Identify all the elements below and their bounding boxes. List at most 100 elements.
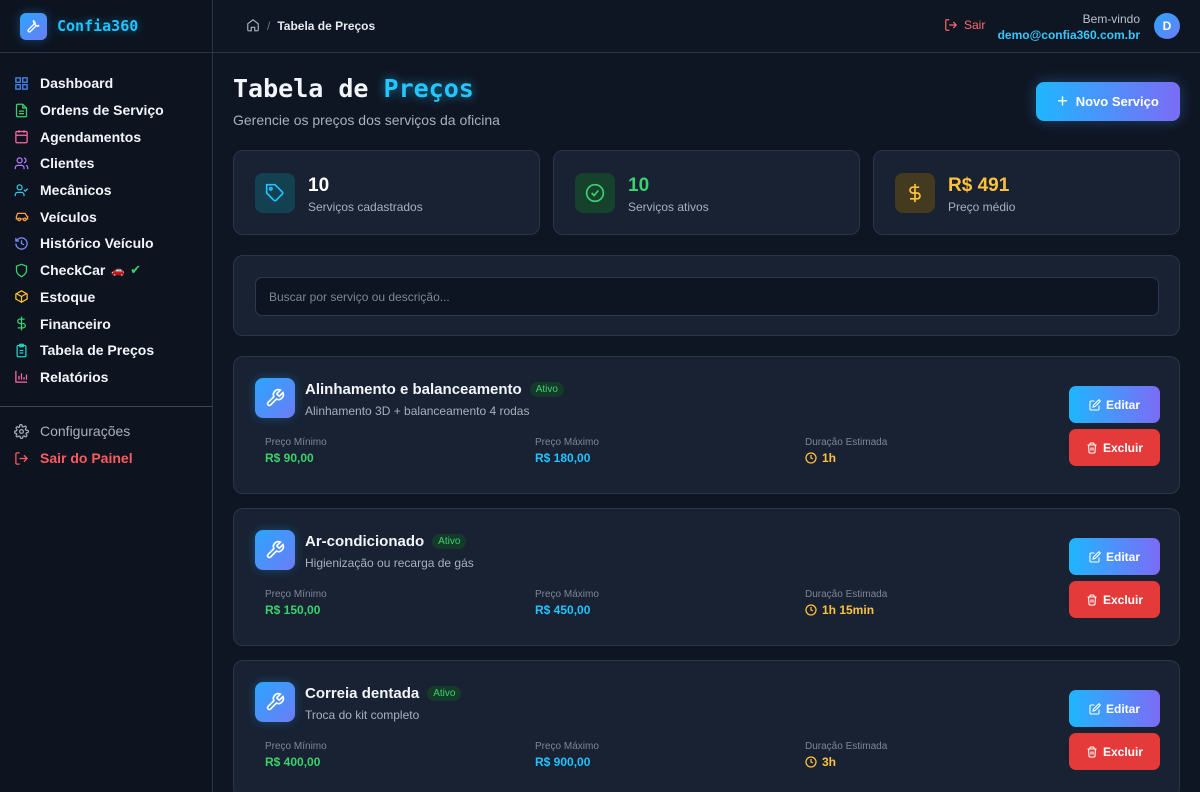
delete-button[interactable]: Excluir <box>1069 429 1160 466</box>
min-price-label: Preço Mínimo <box>265 741 327 752</box>
sidebar-divider <box>0 406 212 407</box>
new-service-button[interactable]: + Novo Serviço <box>1036 82 1180 121</box>
sidebar-item-clientes[interactable]: Clientes <box>0 150 212 177</box>
clipboard-icon <box>13 342 30 359</box>
green-check-icon: ✔ <box>130 262 141 278</box>
stat-label: Serviços ativos <box>628 200 709 214</box>
sidebar-item-ordens[interactable]: Ordens de Serviço <box>0 97 212 124</box>
min-price-value: R$ 90,00 <box>265 451 314 465</box>
user-email: demo@confia360.com.br <box>997 28 1140 42</box>
home-icon[interactable] <box>246 18 260 35</box>
wrench-icon <box>255 682 295 722</box>
sidebar-item-financeiro[interactable]: Financeiro <box>0 310 212 337</box>
breadcrumb-current: Tabela de Preços <box>277 19 376 33</box>
duration-value: 1h 15min <box>822 603 875 617</box>
edit-label: Editar <box>1105 701 1140 716</box>
max-price-label: Preço Máximo <box>535 589 599 600</box>
sidebar-item-checkcar[interactable]: CheckCar 🚗 ✔ <box>0 257 212 284</box>
sidebar-item-relatorios[interactable]: Relatórios <box>0 364 212 391</box>
sidebar-item-veiculos[interactable]: Veículos <box>0 203 212 230</box>
max-price-value: R$ 900,00 <box>535 755 591 769</box>
document-icon <box>13 102 30 119</box>
duration-value: 1h <box>822 451 837 465</box>
service-description: Higienização ou recarga de gás <box>305 556 474 570</box>
stat-label: Serviços cadastrados <box>308 200 423 214</box>
duration-value: 3h <box>822 755 837 769</box>
logout-icon <box>945 19 958 31</box>
duration-label: Duração Estimada <box>805 589 888 600</box>
delete-button[interactable]: Excluir <box>1069 733 1160 770</box>
sidebar-item-dashboard[interactable]: Dashboard <box>0 70 212 97</box>
page-subtitle: Gerencie os preços dos serviços da ofici… <box>233 112 500 128</box>
dollar-icon <box>895 173 935 213</box>
bar-chart-icon <box>13 368 30 385</box>
sidebar-item-label: Ordens de Serviço <box>40 102 164 119</box>
logout-button[interactable]: Sair <box>944 18 985 32</box>
welcome-text: Bem-vindo <box>1082 12 1140 26</box>
page-title-part1: Tabela de <box>233 74 369 103</box>
wrench-logo-icon <box>20 12 47 40</box>
duration-label: Duração Estimada <box>805 741 888 752</box>
calendar-icon <box>13 128 30 145</box>
delete-button[interactable]: Excluir <box>1069 581 1160 618</box>
max-price: Preço Máximo R$ 450,00 <box>535 589 599 617</box>
sidebar-item-label: Mecânicos <box>40 182 112 199</box>
min-price-value: R$ 400,00 <box>265 755 321 769</box>
duration: Duração Estimada 3h <box>805 741 887 769</box>
service-name: Alinhamento e balanceamento Ativo <box>305 381 564 398</box>
stat-value: 10 <box>308 175 330 196</box>
edit-button[interactable]: Editar <box>1069 690 1160 727</box>
sidebar-item-agendamentos[interactable]: Agendamentos <box>0 123 212 150</box>
car-icon <box>13 208 30 225</box>
sidebar-item-estoque[interactable]: Estoque <box>0 284 212 311</box>
sidebar: Confia360 Dashboard Ordens de Serviço Ag… <box>0 0 213 792</box>
trash-icon <box>1087 593 1097 606</box>
sidebar-item-sair-painel[interactable]: Sair do Painel <box>0 445 212 472</box>
service-description: Alinhamento 3D + balanceamento 4 rodas <box>305 404 530 418</box>
service-name-text: Ar-condicionado <box>305 533 425 550</box>
duration: Duração Estimada 1h 15min <box>805 589 887 617</box>
sidebar-item-mecanicos[interactable]: Mecânicos <box>0 177 212 204</box>
sidebar-item-label: Configurações <box>40 423 131 440</box>
stat-value: R$ 491 <box>948 175 1010 196</box>
box-icon <box>13 288 30 305</box>
status-badge: Ativo <box>427 686 462 701</box>
stat-card-preco-medio: R$ 491 Preço médio <box>873 150 1180 235</box>
avatar[interactable]: D <box>1154 13 1180 39</box>
breadcrumb-separator: / <box>267 19 271 33</box>
sidebar-item-label: Dashboard <box>40 75 114 92</box>
edit-icon <box>1089 702 1101 715</box>
sidebar-item-historico[interactable]: Histórico Veículo <box>0 230 212 257</box>
logout-label: Sair <box>964 18 986 32</box>
duration: Duração Estimada 1h <box>805 437 887 465</box>
brand-name: Confia360 <box>57 17 139 35</box>
clock-icon <box>805 452 817 464</box>
sidebar-item-label: Veículos <box>40 208 97 225</box>
service-name-text: Correia dentada <box>305 685 420 702</box>
brand[interactable]: Confia360 <box>0 0 212 53</box>
min-price: Preço Mínimo R$ 90,00 <box>265 437 327 465</box>
dollar-icon <box>13 315 30 332</box>
page-title-highlight: Preços <box>383 74 474 103</box>
new-service-label: Novo Serviço <box>1075 94 1159 109</box>
trash-icon <box>1087 745 1097 758</box>
edit-label: Editar <box>1105 549 1140 564</box>
search-input[interactable] <box>255 277 1159 316</box>
service-card: Alinhamento e balanceamento Ativo Alinham… <box>233 356 1180 494</box>
max-price-value: R$ 180,00 <box>535 451 591 465</box>
service-description: Troca do kit completo <box>305 708 420 722</box>
delete-label: Excluir <box>1102 592 1144 607</box>
duration-label: Duração Estimada <box>805 437 888 448</box>
sidebar-item-configuracoes[interactable]: Configurações <box>0 418 212 445</box>
user-info: Bem-vindo demo@confia360.com.br <box>998 11 1140 43</box>
stat-card-cadastrados: 10 Serviços cadastrados <box>233 150 540 235</box>
sidebar-item-label: Relatórios <box>40 368 109 385</box>
sidebar-item-label: Financeiro <box>40 315 111 332</box>
sidebar-item-tabela-precos[interactable]: Tabela de Preços <box>0 337 212 364</box>
service-name-text: Alinhamento e balanceamento <box>305 381 522 398</box>
sidebar-item-label: Histórico Veículo <box>40 235 154 252</box>
shield-icon <box>13 262 30 279</box>
clock-icon <box>805 604 817 616</box>
edit-button[interactable]: Editar <box>1069 386 1160 423</box>
edit-button[interactable]: Editar <box>1069 538 1160 575</box>
